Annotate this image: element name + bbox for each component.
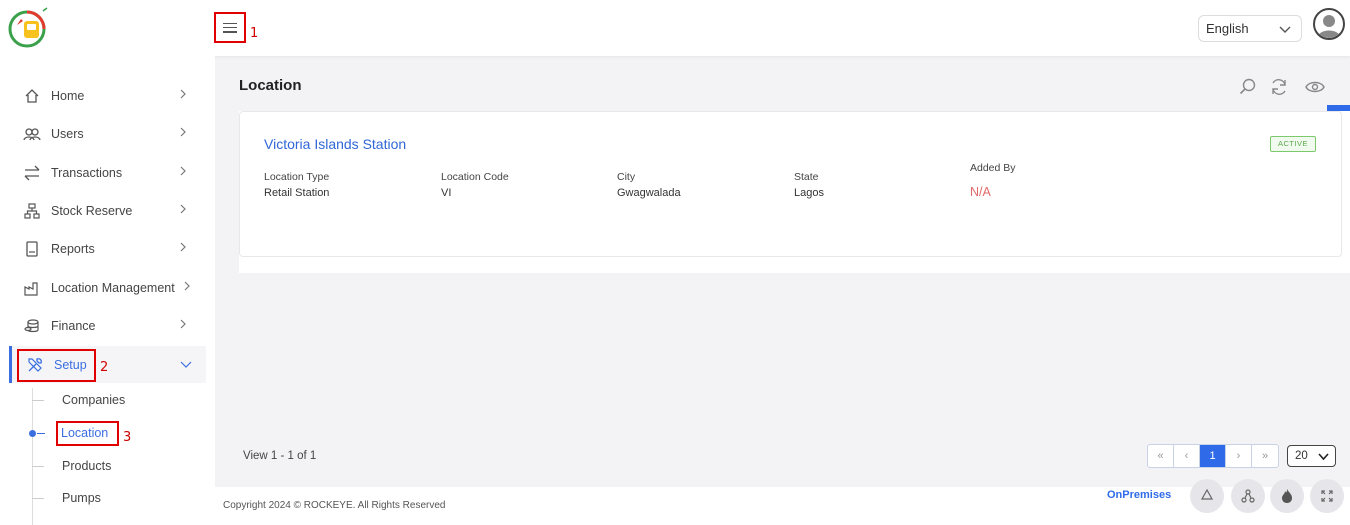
expand-icon [1321, 490, 1333, 502]
fire-button[interactable] [1270, 479, 1304, 513]
city-label: City [617, 171, 636, 183]
chevron-right-icon [180, 127, 186, 137]
next-page-button[interactable]: › [1226, 445, 1252, 467]
eye-icon[interactable] [1305, 78, 1325, 96]
hamburger-icon [223, 22, 237, 33]
sidebar-item-users[interactable]: Users [9, 115, 206, 152]
prev-page-button[interactable]: ‹ [1174, 445, 1200, 467]
report-icon [23, 240, 41, 258]
recycle-icon [1200, 489, 1214, 500]
top-bar: 1 English [0, 0, 1350, 56]
transfer-icon [23, 164, 41, 182]
city-value: Gwagwalada [617, 187, 681, 199]
last-page-button[interactable]: » [1252, 445, 1278, 467]
submenu-tick [32, 497, 44, 499]
refresh-icon[interactable] [1270, 78, 1288, 96]
sidebar-item-label: Users [51, 126, 84, 141]
submenu-item-label: Companies [62, 393, 126, 407]
sidebar-item-reports[interactable]: Reports [9, 230, 206, 267]
fullscreen-button[interactable] [1310, 479, 1344, 513]
sidebar-item-label: Reports [51, 241, 95, 256]
submenu-item-companies[interactable]: Companies [32, 388, 125, 412]
page-size-value: 20 [1295, 450, 1308, 462]
users-icon [23, 125, 41, 143]
annotation-label: 2 [100, 360, 109, 375]
copyright-text: Copyright 2024 © ROCKEYE. All Rights Res… [223, 500, 446, 511]
language-select[interactable]: English [1198, 15, 1302, 42]
chevron-right-icon [184, 281, 190, 291]
first-page-button[interactable]: « [1148, 445, 1174, 467]
pagination-summary: View 1 - 1 of 1 [243, 450, 317, 462]
page-size-select[interactable]: 20 [1287, 445, 1336, 467]
location-type-value: Retail Station [264, 187, 330, 199]
sidebar-item-label: Home [51, 88, 85, 103]
annotation-label: 3 [123, 430, 132, 445]
submenu-item-label: Products [62, 459, 112, 473]
sidebar-item-label: Stock Reserve [51, 203, 133, 218]
annotation-label: 1 [250, 26, 259, 41]
annotation-box [56, 421, 119, 446]
chevron-right-icon [180, 242, 186, 252]
submenu-item-pumps[interactable]: Pumps [32, 486, 101, 510]
menu-toggle-button[interactable] [214, 12, 246, 43]
annotation-box [17, 349, 96, 382]
user-avatar[interactable] [1313, 8, 1345, 40]
location-type-label: Location Type [264, 171, 330, 183]
sidebar-item-location-management[interactable]: Location Management [9, 269, 206, 306]
location-name-link[interactable]: Victoria Islands Station [264, 136, 406, 152]
added-by-value: N/A [970, 185, 991, 199]
added-by-label: Added By [970, 162, 1016, 174]
sidebar-item-stock-reserve[interactable]: Stock Reserve [9, 192, 206, 229]
chevron-down-icon [1279, 26, 1291, 33]
share-button[interactable] [1231, 479, 1265, 513]
current-page-button[interactable]: 1 [1200, 445, 1226, 467]
app-logo[interactable] [7, 7, 49, 49]
deployment-mode-link[interactable]: OnPremises [1107, 489, 1171, 501]
chevron-right-icon [180, 166, 186, 176]
chevron-down-icon [1318, 453, 1329, 461]
status-badge: ACTIVE [1270, 136, 1316, 152]
chevron-right-icon [180, 319, 186, 329]
sidebar-item-label: Transactions [51, 165, 123, 180]
submenu-tick [32, 465, 44, 467]
factory-icon [23, 279, 41, 297]
sidebar-item-transactions[interactable]: Transactions [9, 154, 206, 191]
chevron-down-icon [180, 361, 192, 368]
pagination: « ‹ 1 › » [1147, 444, 1279, 468]
user-icon [1317, 15, 1341, 38]
location-card [239, 111, 1342, 257]
sidebar-item-finance[interactable]: Finance [9, 307, 206, 344]
language-value: English [1206, 21, 1249, 36]
state-label: State [794, 171, 819, 183]
submenu-item-products[interactable]: Products [32, 454, 111, 478]
hierarchy-icon [23, 202, 41, 220]
submenu-item-label: Pumps [62, 491, 101, 505]
flame-icon [1282, 489, 1292, 503]
home-icon [23, 87, 41, 105]
location-code-label: Location Code [441, 171, 509, 183]
sidebar-item-label: Location Management [51, 280, 175, 295]
recycle-button[interactable] [1190, 479, 1224, 513]
submenu-tick [32, 399, 44, 401]
location-code-value: VI [441, 187, 452, 199]
sidebar-item-label: Finance [51, 318, 96, 333]
page-title: Location [239, 77, 302, 94]
network-icon [1241, 489, 1255, 503]
chevron-right-icon [180, 204, 186, 214]
search-icon[interactable] [1239, 78, 1257, 96]
state-value: Lagos [794, 187, 824, 199]
coins-icon [23, 317, 41, 335]
sidebar-item-home[interactable]: Home [9, 77, 206, 114]
chevron-right-icon [180, 89, 186, 99]
active-dot-icon [29, 430, 36, 437]
